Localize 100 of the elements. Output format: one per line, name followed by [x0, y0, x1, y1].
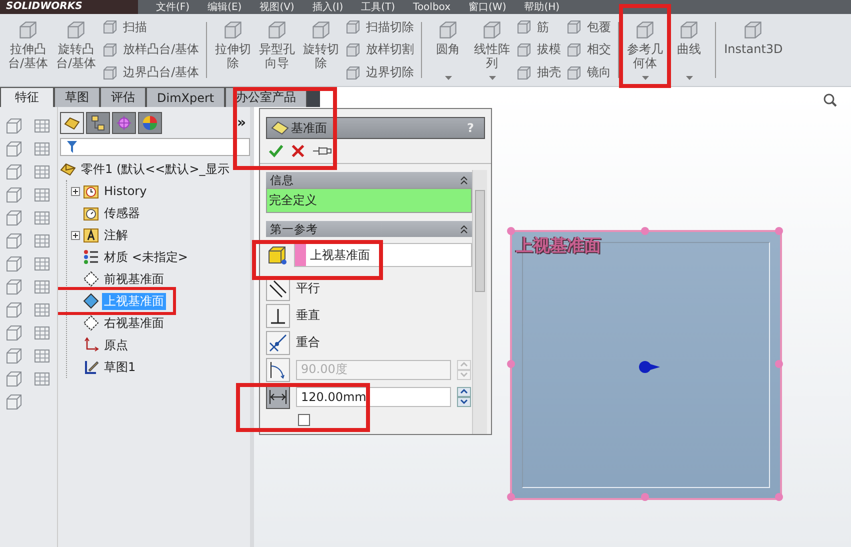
cube-icon[interactable]	[5, 393, 23, 411]
cube-icon[interactable]	[5, 117, 23, 135]
cube-icon[interactable]	[5, 186, 23, 204]
tree-item[interactable]: 右视基准面	[102, 314, 166, 332]
drag-handle[interactable]	[775, 227, 783, 235]
toolbar-button[interactable]: 包覆	[567, 18, 612, 36]
toolbar-button[interactable]: 镜向	[567, 64, 612, 82]
value-field[interactable]: 120.00mm	[296, 386, 451, 406]
caret-icon[interactable]	[642, 76, 649, 80]
feature-tree-tab[interactable]	[60, 112, 84, 134]
property-tab[interactable]	[86, 112, 110, 134]
tree-item[interactable]: 注解	[102, 226, 130, 244]
cube-icon[interactable]	[5, 255, 23, 273]
tree-item[interactable]: 上视基准面	[102, 292, 166, 310]
toolbar-button[interactable]: 抽壳	[517, 64, 562, 82]
toolbar-button[interactable]: 边界切除	[346, 64, 414, 82]
menu-item[interactable]: 文件(F)	[156, 0, 190, 14]
cube-icon[interactable]	[5, 324, 23, 342]
checkbox[interactable]	[298, 414, 310, 426]
caret-icon[interactable]	[444, 76, 452, 80]
collapse-icon[interactable]	[460, 224, 468, 234]
grid-icon[interactable]	[33, 117, 51, 135]
tab[interactable]: DimXpert	[146, 87, 226, 107]
tab[interactable]: 特征	[0, 87, 54, 107]
toolbar-button[interactable]: 边界凸台/基体	[103, 64, 200, 82]
toolbar-button[interactable]: 旋转切除	[299, 16, 344, 84]
toolbar-button[interactable]: 线性阵列	[470, 16, 514, 84]
zoom-icon[interactable]	[823, 93, 837, 107]
menu-item[interactable]: Toolbox	[413, 2, 451, 12]
drag-handle[interactable]	[641, 493, 649, 501]
grid-icon[interactable]	[33, 209, 51, 227]
scrollbar[interactable]	[472, 170, 487, 434]
collapse-icon[interactable]	[460, 176, 468, 184]
menu-item[interactable]: 窗口(W)	[468, 0, 506, 14]
toolbar-button[interactable]: 拔模	[517, 41, 562, 58]
toolbar-button[interactable]: Instant3D	[720, 16, 787, 84]
grid-icon[interactable]	[33, 324, 51, 342]
drag-handle[interactable]	[775, 493, 783, 501]
constraint-button[interactable]	[266, 304, 290, 328]
toolbar-button[interactable]: 相交	[567, 41, 612, 58]
grid-icon[interactable]	[33, 232, 51, 250]
toolbar-button[interactable]: 拉伸切除	[211, 16, 256, 84]
menu-item[interactable]: 插入(I)	[312, 0, 344, 14]
grid-icon[interactable]	[33, 186, 51, 204]
caret-icon[interactable]	[488, 76, 496, 80]
tree-item[interactable]: 零件1 (默认<<默认>_显示	[79, 160, 232, 178]
filter-field[interactable]	[60, 138, 250, 156]
cube-icon[interactable]	[5, 370, 23, 388]
menu-item[interactable]: 编辑(E)	[208, 0, 242, 14]
drag-handle[interactable]	[507, 227, 515, 235]
cube-icon[interactable]	[5, 301, 23, 319]
pin-icon[interactable]	[312, 144, 332, 158]
toolbar-button[interactable]: 放样凸台/基体	[103, 41, 200, 58]
cube-icon[interactable]	[5, 278, 23, 296]
caret-icon[interactable]	[686, 76, 693, 80]
grid-icon[interactable]	[33, 255, 51, 273]
spin-down-button[interactable]	[457, 396, 471, 406]
grid-icon[interactable]	[33, 301, 51, 319]
cube-icon[interactable]	[5, 347, 23, 365]
spin-up-button[interactable]	[457, 386, 471, 396]
toolbar-button[interactable]: 曲线	[667, 16, 712, 84]
drag-handle[interactable]	[507, 493, 515, 501]
tree-item[interactable]: 材质 <未指定>	[102, 248, 190, 266]
menu-item[interactable]: 帮助(H)	[524, 0, 560, 14]
grid-icon[interactable]	[33, 278, 51, 296]
close-icon[interactable]	[290, 144, 306, 158]
toolbar-button[interactable]: 筋	[517, 18, 562, 36]
cube-icon[interactable]	[5, 163, 23, 181]
tree-item[interactable]: History	[102, 184, 149, 198]
constraint-button[interactable]	[266, 330, 290, 354]
toolbar-button[interactable]: 参考几何体	[623, 16, 668, 84]
toolbar-button[interactable]: 圆角	[426, 16, 470, 84]
drag-handle[interactable]	[507, 360, 515, 368]
expand-icon[interactable]	[71, 230, 80, 240]
cube-icon[interactable]	[5, 209, 23, 227]
drag-handle[interactable]	[641, 227, 649, 235]
grid-icon[interactable]	[33, 370, 51, 388]
config-tab[interactable]	[112, 112, 136, 134]
toolbar-button[interactable]: 异型孔向导	[255, 16, 300, 84]
tree-item[interactable]: 草图1	[102, 358, 138, 376]
display-tab[interactable]	[138, 112, 162, 134]
toolbar-button[interactable]: 旋转凸台/基体	[52, 16, 100, 84]
toolbar-button[interactable]: 扫描切除	[346, 18, 414, 36]
menu-item[interactable]: 工具(T)	[361, 0, 396, 14]
expand-panel-button[interactable]: »	[236, 115, 246, 131]
tab[interactable]: 草图	[54, 87, 100, 107]
cube-icon[interactable]	[5, 140, 23, 158]
menu-item[interactable]: 视图(V)	[260, 0, 294, 14]
grid-icon[interactable]	[33, 140, 51, 158]
toolbar-button[interactable]: 放样切割	[346, 41, 414, 58]
cube-icon[interactable]	[5, 232, 23, 250]
tree-item[interactable]: 原点	[102, 336, 130, 354]
reference-field[interactable]: 上视基准面	[294, 243, 472, 267]
toolbar-button[interactable]: 拉伸凸台/基体	[4, 16, 52, 84]
expand-icon[interactable]	[71, 186, 80, 196]
tree-item[interactable]: 传感器	[102, 204, 142, 222]
tree-item[interactable]: 前视基准面	[102, 270, 166, 288]
grid-icon[interactable]	[33, 347, 51, 365]
ok-icon[interactable]	[268, 144, 284, 158]
tab[interactable]: 评估	[100, 87, 146, 107]
